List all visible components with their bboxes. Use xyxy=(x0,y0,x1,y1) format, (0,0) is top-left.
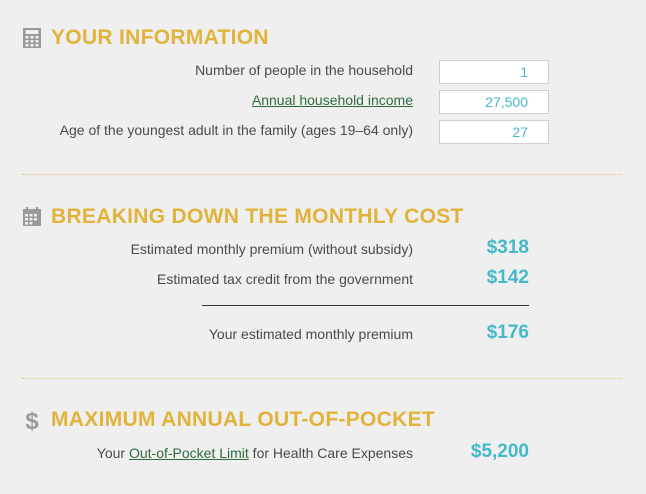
people-label: Number of people in the household xyxy=(195,62,413,78)
annual-income-link[interactable]: Annual household income xyxy=(252,92,413,108)
tax-credit-value: $142 xyxy=(486,267,529,288)
section-divider xyxy=(22,174,622,175)
out-of-pocket-heading: $ MAXIMUM ANNUAL OUT-OF-POCKET xyxy=(22,408,436,435)
people-input[interactable] xyxy=(439,60,549,84)
age-label: Age of the youngest adult in the family … xyxy=(59,122,413,138)
premium-value: $318 xyxy=(486,237,529,258)
your-premium-label: Your estimated monthly premium xyxy=(208,326,413,342)
section-title: BREAKING DOWN THE MONTHLY COST xyxy=(51,205,464,228)
calculator-icon xyxy=(22,27,42,49)
age-input[interactable] xyxy=(439,120,549,144)
your-premium-value: $176 xyxy=(486,322,529,343)
section-title: YOUR INFORMATION xyxy=(51,26,269,49)
section-divider xyxy=(22,378,622,379)
your-information-heading: YOUR INFORMATION xyxy=(22,26,269,50)
tax-credit-label: Estimated tax credit from the government xyxy=(157,271,413,287)
out-of-pocket-limit-link[interactable]: Out-of-Pocket Limit xyxy=(129,445,249,461)
section-title: MAXIMUM ANNUAL OUT-OF-POCKET xyxy=(51,408,436,431)
dollar-icon: $ xyxy=(22,408,42,435)
out-of-pocket-label: Your Out-of-Pocket Limit for Health Care… xyxy=(97,445,413,461)
calendar-icon xyxy=(22,206,42,228)
label-suffix: for Health Care Expenses xyxy=(248,445,413,461)
monthly-cost-heading: BREAKING DOWN THE MONTHLY COST xyxy=(22,205,464,229)
out-of-pocket-value: $5,200 xyxy=(470,441,529,462)
label-prefix: Your xyxy=(96,445,129,461)
income-input[interactable] xyxy=(439,90,549,114)
premium-label: Estimated monthly premium (without subsi… xyxy=(130,241,413,257)
svg-text:$: $ xyxy=(25,409,39,433)
sum-line xyxy=(202,305,529,306)
